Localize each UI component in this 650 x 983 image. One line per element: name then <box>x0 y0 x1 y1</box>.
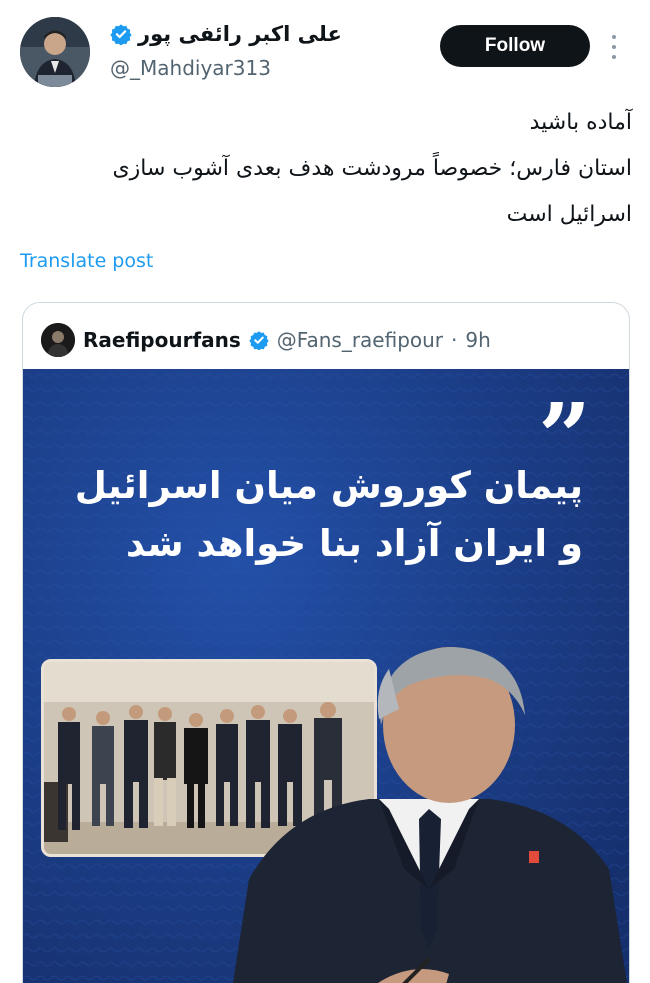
headline-line: پیمان کوروش میان اسرائیل <box>74 464 583 507</box>
post-text-line: اسرائیل است <box>506 202 632 227</box>
quoted-post-card[interactable]: Raefipourfans @Fans_raefipour · 9h ” پیم… <box>22 302 630 983</box>
quoted-post-time: 9h <box>465 328 491 352</box>
quoted-author-avatar <box>41 323 75 357</box>
signing-man-photo <box>229 629 629 983</box>
image-headline: پیمان کوروش میان اسرائیل و ایران آزاد بن… <box>63 457 583 573</box>
headline-line: و ایران آزاد بنا خواهد شد <box>125 522 583 565</box>
quoted-author-handle: @Fans_raefipour <box>276 328 444 352</box>
author-handle[interactable]: @_Mahdiyar313 <box>110 56 271 80</box>
author-display-name[interactable]: علی اکبر رائفی پور <box>138 22 342 46</box>
post-text-line: استان فارس؛ خصوصاً مرودشت هدف بعدی آشوب … <box>112 156 632 181</box>
follow-button[interactable]: Follow <box>440 25 590 67</box>
post-text-line: آماده باشید <box>529 110 632 135</box>
author-name-row: علی اکبر رائفی پور <box>110 22 342 46</box>
translate-post-link[interactable]: Translate post <box>20 250 153 272</box>
quoted-author-name: Raefipourfans <box>83 328 241 352</box>
more-options-icon[interactable] <box>604 32 624 62</box>
post-header: علی اکبر رائفی پور @_Mahdiyar313 Follow <box>0 0 650 96</box>
meta-separator: · <box>451 328 458 352</box>
verified-badge-icon <box>249 331 269 350</box>
verified-badge-icon <box>110 24 132 45</box>
author-avatar[interactable] <box>20 17 90 87</box>
quoted-post-header: Raefipourfans @Fans_raefipour · 9h <box>41 323 491 357</box>
quoted-post-image[interactable]: ” پیمان کوروش میان اسرائیل و ایران آزاد … <box>23 369 629 983</box>
post-text: آماده باشید استان فارس؛ خصوصاً مرودشت هد… <box>20 100 632 238</box>
